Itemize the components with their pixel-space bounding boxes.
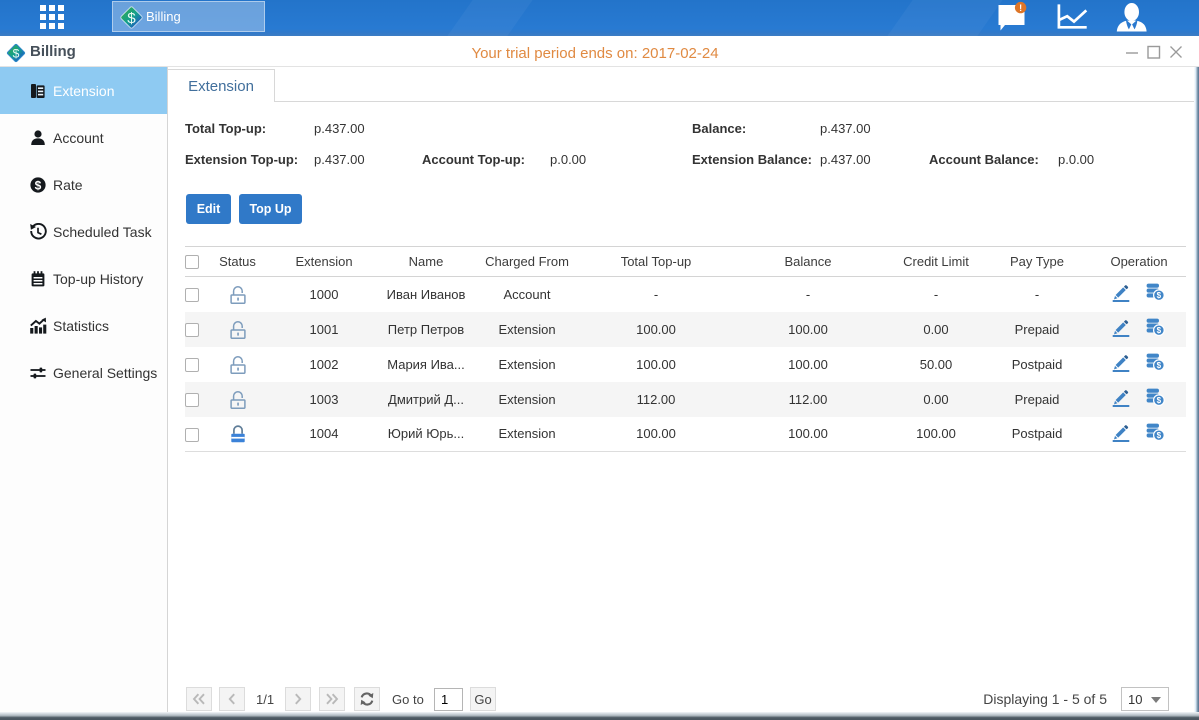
svg-text:$: $ xyxy=(1156,431,1161,440)
svg-text:$: $ xyxy=(1156,291,1161,300)
svg-text:$: $ xyxy=(1156,326,1161,335)
svg-text:$: $ xyxy=(127,10,136,27)
svg-text:$: $ xyxy=(1156,361,1161,370)
svg-text:$: $ xyxy=(35,178,42,192)
svg-text:$: $ xyxy=(1156,396,1161,405)
svg-text:!: ! xyxy=(1019,3,1022,13)
